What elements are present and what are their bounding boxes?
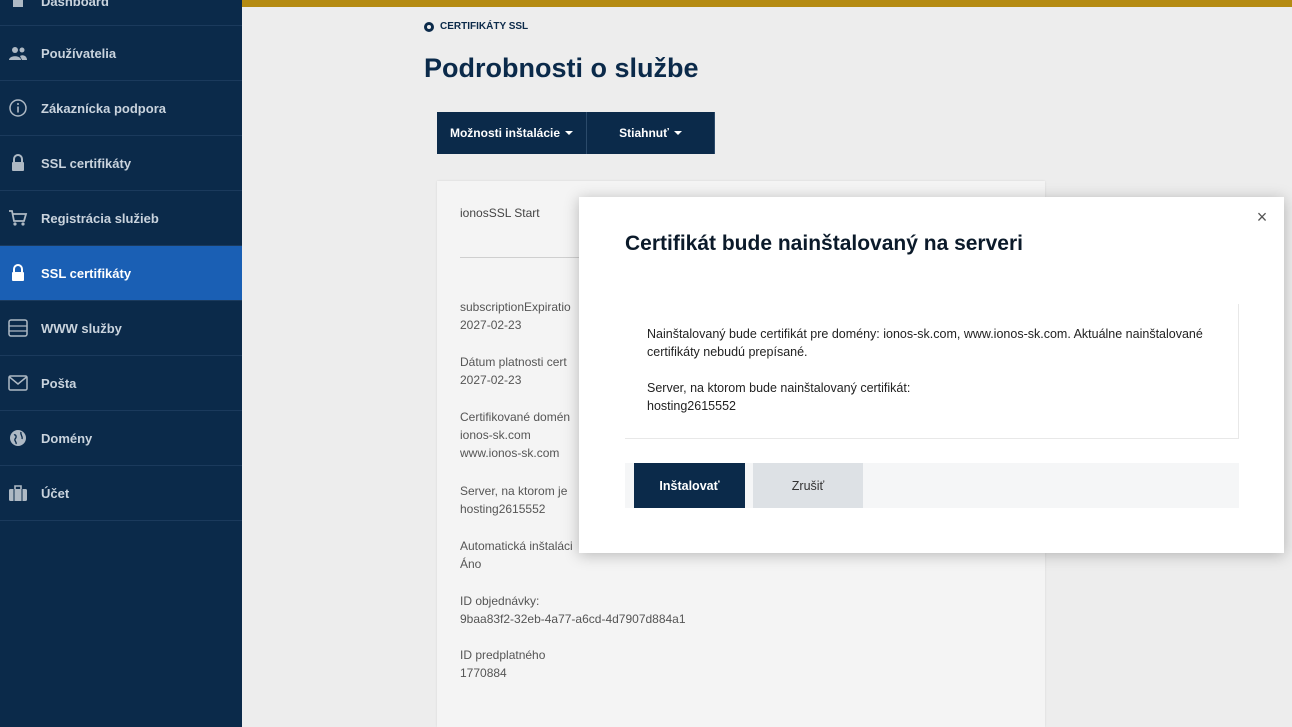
- field-subscription-id: ID predplatného 1770884: [460, 646, 545, 682]
- back-circle-icon: [424, 21, 434, 32]
- field-certificate-validity: Dátum platnosti cert 2027-02-23: [460, 353, 567, 389]
- sidebar-item-label: SSL certifikáty: [41, 155, 132, 171]
- page-title: Podrobnosti o službe: [424, 53, 699, 83]
- sidebar: Dashboard Používatelia Zákaznícka podpor…: [0, 0, 242, 727]
- install-options-label: Možnosti inštalácie: [449, 126, 561, 140]
- sidebar-item-support[interactable]: Zákaznícka podpora: [0, 81, 242, 136]
- top-accent-bar: [242, 0, 1292, 7]
- users-icon: [8, 44, 28, 62]
- sidebar-item-www[interactable]: WWW služby: [0, 301, 242, 356]
- breadcrumb[interactable]: CERTIFIKÁTY SSL: [424, 21, 528, 32]
- action-button-group: Možnosti inštalácie Stiahnuť: [437, 112, 715, 154]
- modal-server-label: Server, na ktorom bude nainštalovaný cer…: [647, 381, 911, 395]
- breadcrumb-label: CERTIFIKÁTY SSL: [440, 21, 529, 32]
- sidebar-item-label: SSL certifikáty: [41, 265, 132, 281]
- download-dropdown[interactable]: Stiahnuť: [587, 112, 715, 154]
- field-label: ID predplatného: [460, 648, 546, 662]
- sidebar-item-ssl-1[interactable]: SSL certifikáty: [0, 136, 242, 191]
- sidebar-item-ssl-2[interactable]: SSL certifikáty: [0, 246, 242, 301]
- info-icon: [8, 99, 28, 117]
- field-value: hosting2615552: [460, 502, 546, 516]
- field-value: 1770884: [460, 666, 507, 680]
- field-label: ID objednávky:: [460, 594, 540, 608]
- field-server: Server, na ktorom je hosting2615552: [460, 482, 567, 518]
- lock-icon: [8, 264, 28, 282]
- field-label: Automatická inštaláci: [460, 539, 573, 553]
- download-label: Stiahnuť: [619, 126, 669, 140]
- cart-icon: [8, 209, 28, 227]
- sidebar-item-label: Dashboard: [41, 0, 109, 9]
- field-certified-domains: Certifikované domén ionos-sk.com www.ion…: [460, 408, 570, 462]
- sidebar-item-label: Používatelia: [41, 45, 117, 61]
- field-subscription-expiration: subscriptionExpiratio 2027-02-23: [460, 298, 571, 334]
- sidebar-item-registration[interactable]: Registrácia služieb: [0, 191, 242, 246]
- field-order-id: ID objednávky: 9baa83f2-32eb-4a77-a6cd-4…: [460, 592, 686, 628]
- cancel-button[interactable]: Zrušiť: [753, 463, 863, 508]
- sidebar-item-label: WWW služby: [41, 320, 122, 336]
- field-label: Certifikované domén: [460, 410, 571, 424]
- sidebar-item-dashboard[interactable]: Dashboard: [0, 0, 242, 26]
- modal-message: Nainštalovaný bude certifikát pre domény…: [647, 327, 1203, 359]
- field-value: 9baa83f2-32eb-4a77-a6cd-4d7907d884a1: [460, 612, 686, 626]
- field-value: Áno: [460, 557, 482, 571]
- modal-footer: Inštalovať Zrušiť: [625, 463, 1239, 508]
- server-icon: [8, 319, 28, 337]
- sidebar-item-label: Registrácia služieb: [41, 210, 159, 226]
- sidebar-item-label: Domény: [41, 430, 93, 446]
- install-options-dropdown[interactable]: Možnosti inštalácie: [437, 112, 587, 154]
- mail-icon: [8, 374, 28, 392]
- briefcase-icon: [8, 484, 28, 502]
- modal-server-value: hosting2615552: [647, 399, 736, 413]
- field-label: Server, na ktorom je: [460, 484, 568, 498]
- field-value: ionos-sk.com: [460, 428, 531, 442]
- sidebar-item-mail[interactable]: Pošta: [0, 356, 242, 411]
- globe-icon: [8, 429, 28, 447]
- modal-body: Nainštalovaný bude certifikát pre domény…: [625, 304, 1239, 439]
- sidebar-item-label: Zákaznícka podpora: [41, 100, 166, 116]
- close-icon[interactable]: ×: [1254, 208, 1270, 226]
- home-icon: [8, 0, 28, 9]
- caret-down-icon: [673, 131, 682, 135]
- sidebar-item-account[interactable]: Účet: [0, 466, 242, 521]
- lock-icon: [8, 154, 28, 172]
- field-label: Dátum platnosti cert: [460, 355, 567, 369]
- field-value: 2027-02-23: [460, 318, 522, 332]
- field-auto-install: Automatická inštaláci Áno: [460, 537, 573, 573]
- install-button[interactable]: Inštalovať: [634, 463, 745, 508]
- modal-title: Certifikát bude nainštalovaný na serveri: [625, 232, 1023, 255]
- field-value: 2027-02-23: [460, 373, 522, 387]
- sidebar-item-domains[interactable]: Domény: [0, 411, 242, 466]
- product-name: ionosSSL Start: [460, 206, 540, 220]
- sidebar-item-users[interactable]: Používatelia: [0, 26, 242, 81]
- field-value: www.ionos-sk.com: [460, 446, 560, 460]
- install-certificate-modal: × Certifikát bude nainštalovaný na serve…: [579, 197, 1284, 553]
- caret-down-icon: [565, 131, 574, 135]
- sidebar-item-label: Účet: [41, 485, 70, 501]
- field-label: subscriptionExpiratio: [460, 300, 571, 314]
- sidebar-item-label: Pošta: [41, 375, 77, 391]
